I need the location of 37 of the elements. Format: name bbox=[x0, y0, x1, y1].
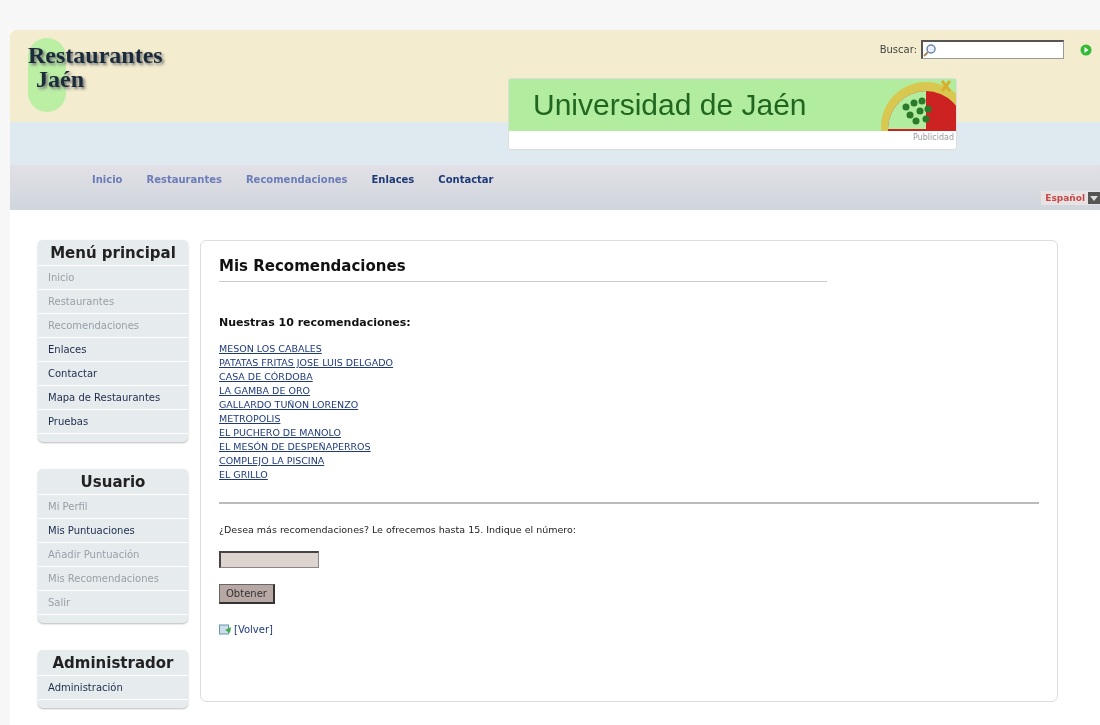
banner-caption: Publicidad bbox=[912, 132, 955, 142]
restaurant-link[interactable]: GALLARDO TUÑON LORENZO bbox=[219, 399, 359, 410]
restaurant-link[interactable]: CASA DE CÓRDOBA bbox=[219, 371, 313, 382]
back-icon bbox=[219, 624, 232, 635]
get-button[interactable]: Obtener bbox=[219, 584, 275, 604]
question-text: ¿Desea más recomendaciones? Le ofrecemos hasta 15. Indique el número: bbox=[219, 524, 578, 535]
back-link[interactable]: [Volver] bbox=[234, 624, 273, 635]
menu-title: Menú principal bbox=[38, 240, 188, 266]
search-icon bbox=[923, 43, 937, 57]
menu-item[interactable]: Mis Puntuaciones bbox=[38, 519, 188, 543]
menu-item[interactable]: Pruebas bbox=[38, 410, 188, 434]
menu-item[interactable]: Mapa de Restaurantes bbox=[38, 386, 188, 410]
nav-link[interactable]: Contactar bbox=[426, 165, 506, 185]
menu-title: Administrador bbox=[38, 650, 188, 676]
search-label: Buscar: bbox=[879, 44, 917, 55]
restaurant-link[interactable]: MESON LOS CABALES bbox=[219, 343, 322, 354]
restaurant-link[interactable]: COMPLEJO LA PISCINA bbox=[219, 455, 325, 466]
language-select[interactable]: Español bbox=[1041, 191, 1100, 205]
banner-title: Universidad de Jaén bbox=[533, 88, 807, 122]
menu-title: Usuario bbox=[38, 469, 188, 495]
restaurant-link[interactable]: EL PUCHERO DE MANOLO bbox=[219, 427, 341, 438]
site-logo[interactable]: Restaurantes Jaén bbox=[28, 38, 188, 91]
restaurant-link[interactable]: METROPOLIS bbox=[219, 413, 281, 424]
search-field[interactable] bbox=[921, 40, 1064, 59]
ad-banner[interactable]: Universidad de Jaén Publicidad bbox=[508, 78, 957, 150]
page-title: Mis Recomendaciones bbox=[219, 257, 827, 282]
menu-item[interactable]: Administración bbox=[38, 676, 188, 700]
restaurant-link[interactable]: EL MESÓN DE DESPEÑAPERROS bbox=[219, 441, 371, 452]
restaurant-link[interactable]: PATATAS FRITAS JOSE LUIS DELGADO bbox=[219, 357, 394, 368]
list-heading: Nuestras 10 recomendaciones: bbox=[219, 316, 412, 329]
restaurant-link[interactable]: LA GAMBA DE ORO bbox=[219, 385, 310, 396]
menu-item[interactable]: Contactar bbox=[38, 362, 188, 386]
nav-link[interactable]: Enlaces bbox=[359, 165, 427, 185]
number-field[interactable] bbox=[219, 551, 319, 568]
menu-item[interactable]: Enlaces bbox=[38, 338, 188, 362]
caret-icon bbox=[1090, 195, 1098, 201]
restaurant-link[interactable]: EL GRILLO bbox=[219, 469, 268, 480]
